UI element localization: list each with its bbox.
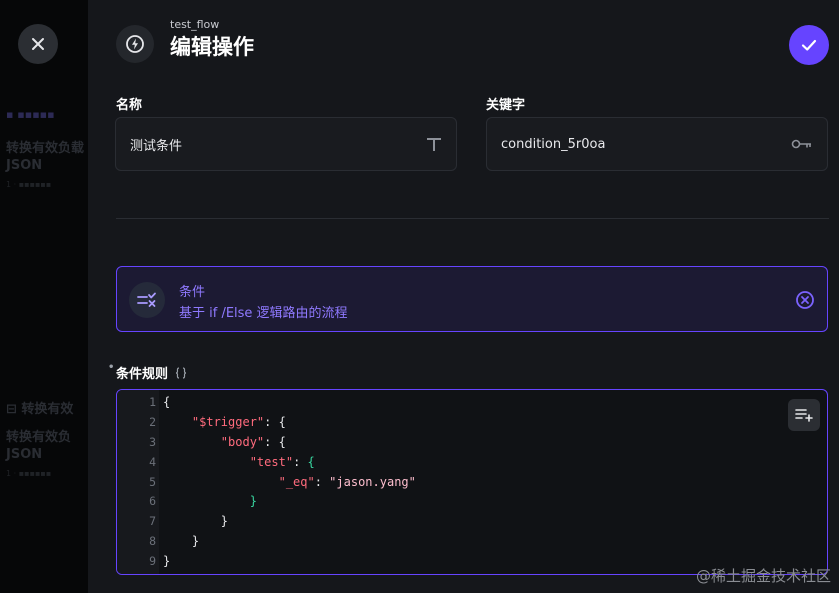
background-fragment: 转换有效负 [6, 430, 72, 445]
line-number: 6 [149, 494, 156, 508]
code-line: } [163, 514, 229, 528]
background-fragment: JSON [6, 447, 43, 462]
header-icon [116, 25, 154, 63]
save-button[interactable] [789, 25, 829, 65]
background-fragment: ▪ ▪▪▪▪▪ [6, 108, 55, 121]
line-number: 7 [149, 514, 156, 528]
rules-label-text: 条件规则 [116, 367, 169, 382]
code-line: } [163, 534, 200, 548]
key-value: condition_5r0oa [501, 136, 606, 152]
divider [116, 218, 829, 219]
line-number-gutter: 1 2 3 4 5 6 7 8 9 [117, 390, 159, 574]
key-label: 关键字 [486, 98, 526, 113]
code-line: { [163, 395, 171, 409]
line-number: 2 [149, 415, 156, 429]
rules-code-editor[interactable]: 1 2 3 4 5 6 7 8 9 { "$trigger": { "body"… [116, 389, 828, 575]
line-number: 1 [149, 395, 156, 409]
code-line: "test": { [249, 455, 315, 469]
flow-name: test_flow [170, 18, 220, 31]
background-fragment: JSON [6, 158, 43, 173]
page-title: 编辑操作 [170, 35, 254, 59]
background-overlay: ▪ ▪▪▪▪▪ 转换有效负载 JSON 1 · ▪▪▪▪▪▪ ⊟ 转换有效 转换… [0, 0, 88, 593]
background-fragment: 1 · ▪▪▪▪▪▪ [6, 180, 52, 189]
background-fragment: ⊟ 转换有效 [6, 402, 74, 417]
watermark: @稀土掘金技术社区 [695, 567, 831, 585]
close-button[interactable] [18, 24, 58, 64]
operation-remove-button[interactable] [795, 290, 815, 314]
remove-icon [796, 291, 814, 309]
operation-title: 条件 [179, 285, 206, 300]
close-icon [32, 38, 44, 50]
code-line: "_eq": "jason.yang" [278, 475, 416, 489]
code-line: } [249, 494, 257, 508]
operation-icon-wrap [129, 282, 165, 318]
rules-label: • 条件规则 [108, 362, 188, 382]
required-marker: • [108, 362, 115, 373]
code-line: } [163, 554, 171, 568]
edit-operation-drawer: test_flow 编辑操作 名称 测试条件 关键字 condition_5r0… [88, 0, 839, 593]
line-number: 5 [149, 475, 156, 489]
operation-description: 基于 if /Else 逻辑路由的流程 [179, 306, 348, 321]
key-field[interactable]: condition_5r0oa [486, 117, 828, 171]
code-line: "body": { [220, 435, 286, 449]
braces-icon [175, 366, 187, 379]
bolt-icon [126, 35, 144, 53]
key-icon [791, 139, 811, 149]
line-number: 3 [149, 435, 156, 449]
check-icon [801, 39, 817, 51]
condition-icon [137, 292, 156, 307]
operation-card[interactable]: 条件 基于 if /Else 逻辑路由的流程 [116, 266, 828, 332]
background-fragment: 1 · ▪▪▪▪▪▪ [6, 469, 52, 478]
line-number: 8 [149, 534, 156, 548]
line-number: 9 [149, 554, 156, 568]
text-type-icon [427, 138, 441, 151]
background-fragment: 转换有效负载 [6, 141, 85, 156]
name-value: 测试条件 [130, 138, 183, 154]
name-field[interactable]: 测试条件 [115, 117, 457, 171]
name-label: 名称 [116, 98, 143, 113]
line-number: 4 [149, 455, 156, 469]
insert-variable-button[interactable] [788, 399, 820, 431]
insert-list-icon [795, 409, 813, 422]
code-line: "$trigger": { [191, 415, 286, 429]
